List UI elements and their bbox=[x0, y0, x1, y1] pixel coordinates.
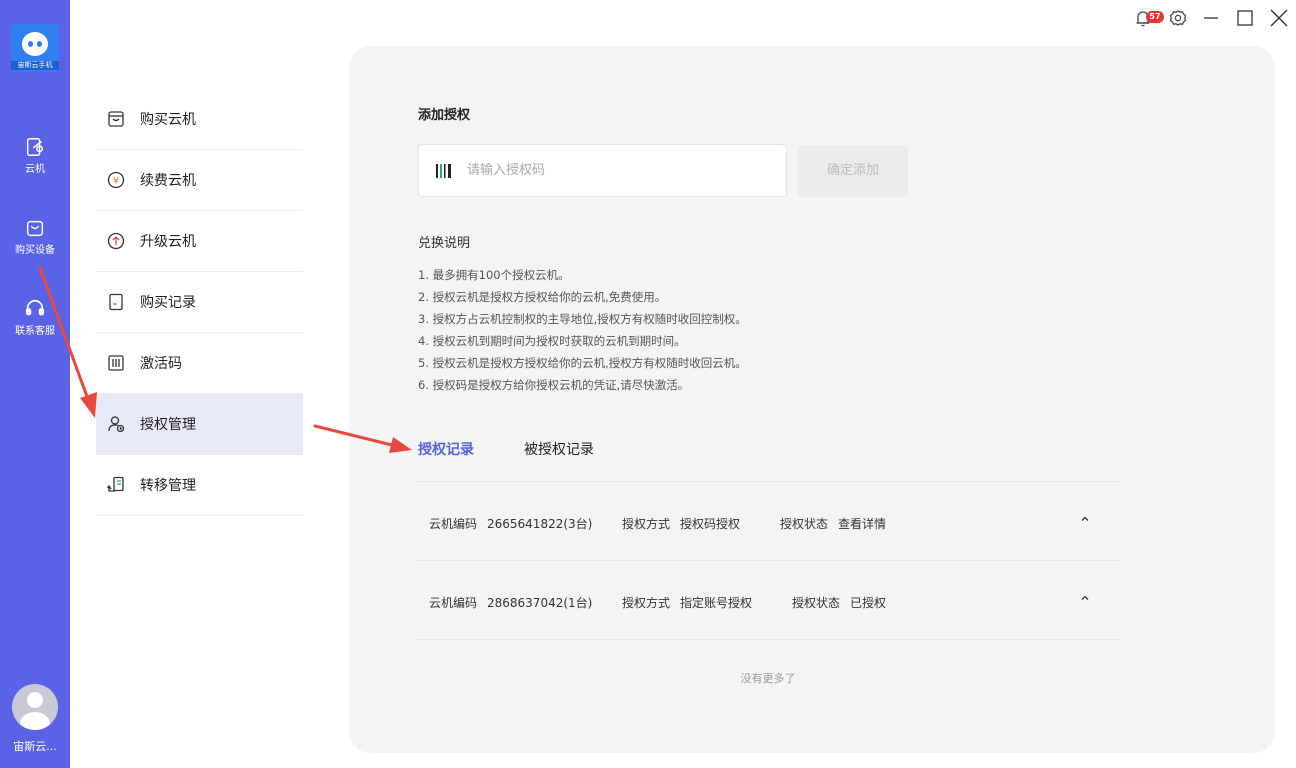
gear-icon[interactable] bbox=[1167, 8, 1189, 28]
chevron-up-icon[interactable] bbox=[1078, 512, 1092, 526]
tab-received-auth-records[interactable]: 被授权记录 bbox=[524, 439, 594, 459]
menu-item-label: 转移管理 bbox=[140, 478, 196, 494]
svg-text:¥: ¥ bbox=[113, 177, 119, 187]
chevron-up-icon[interactable] bbox=[1078, 591, 1092, 605]
rule-item: 6. 授权码是授权方给你授权云机的凭证,请尽快激活。 bbox=[418, 378, 690, 392]
notification-badge: 57 bbox=[1146, 11, 1164, 23]
rail-item-support[interactable]: 联系客服 bbox=[0, 298, 70, 337]
menu-item-transfer[interactable]: 转移管理 bbox=[96, 455, 303, 516]
app-logo[interactable]: 宙斯云手机 bbox=[11, 24, 59, 72]
robot-logo-icon bbox=[22, 32, 48, 56]
rule-item: 4. 授权云机到期时间为授权时获取的云机到期时间。 bbox=[418, 334, 686, 348]
rail-item-buy-device[interactable]: 购买设备 bbox=[0, 217, 70, 256]
record-row[interactable]: 云机编码 2868637042(1台) 授权方式 指定账号授权 授权状态 已授权 bbox=[418, 561, 1118, 639]
record-row[interactable]: 云机编码 2665641822(3台) 授权方式 授权码授权 授权状态 查看详情 bbox=[418, 482, 1118, 560]
record-status-value[interactable]: 查看详情 bbox=[838, 515, 886, 532]
menu-item-label: 授权管理 bbox=[140, 417, 196, 433]
record-code-label: 云机编码 bbox=[429, 517, 478, 531]
divider bbox=[418, 639, 1118, 640]
record-method-label: 授权方式 bbox=[622, 517, 671, 531]
record-method-value: 指定账号授权 bbox=[680, 596, 753, 610]
auth-code-field[interactable] bbox=[418, 144, 787, 197]
logo-text: 宙斯云手机 bbox=[11, 61, 59, 70]
cloud-phone-icon bbox=[26, 138, 44, 156]
menu-item-label: 购买云机 bbox=[140, 112, 196, 128]
close-icon[interactable] bbox=[1268, 8, 1290, 28]
menu-item-label: 升级云机 bbox=[140, 234, 196, 250]
shopping-bag-icon bbox=[26, 220, 44, 237]
rule-item: 2. 授权云机是授权方授权给你的云机,免费使用。 bbox=[418, 290, 667, 304]
app-rail: 宙斯云手机 云机 购买设备 联系客服 宙斯云... bbox=[0, 0, 70, 768]
menu-item-authorization[interactable]: 授权管理 bbox=[96, 394, 303, 455]
record-method-value: 授权码授权 bbox=[680, 517, 741, 531]
menu-item-upgrade-cloud-phone[interactable]: 升级云机 bbox=[96, 211, 303, 272]
rail-item-cloud-phone[interactable]: 云机 bbox=[0, 136, 70, 175]
rule-item: 3. 授权方占云机控制权的主导地位,授权方有权随时收回控制权。 bbox=[418, 312, 747, 326]
minimize-icon[interactable] bbox=[1200, 8, 1222, 28]
rules-title: 兑换说明 bbox=[418, 236, 471, 251]
rail-item-label: 云机 bbox=[25, 164, 45, 175]
record-code-value: 2665641822(3台) bbox=[487, 517, 593, 531]
tab-auth-records[interactable]: 授权记录 bbox=[418, 439, 474, 459]
user-auth-icon bbox=[108, 416, 125, 433]
rule-item: 5. 授权云机是授权方授权给你的云机,授权方有权随时收回云机。 bbox=[418, 356, 747, 370]
arrow-up-circle-icon bbox=[107, 232, 125, 250]
menu-item-label: 续费云机 bbox=[140, 173, 196, 189]
barcode-icon bbox=[108, 355, 124, 371]
menu-item-label: 购买记录 bbox=[140, 295, 196, 311]
confirm-add-button[interactable]: 确定添加 bbox=[798, 145, 908, 197]
record-method-label: 授权方式 bbox=[622, 596, 671, 610]
cart-icon bbox=[108, 111, 124, 127]
rule-item: 1. 最多拥有100个授权云机。 bbox=[418, 268, 570, 282]
menu-item-label: 激活码 bbox=[140, 356, 182, 372]
add-auth-title: 添加授权 bbox=[418, 108, 471, 123]
record-status-label: 授权状态 bbox=[780, 517, 829, 531]
record-code-label: 云机编码 bbox=[429, 596, 478, 610]
maximize-icon[interactable] bbox=[1234, 8, 1256, 28]
barcode-icon bbox=[436, 163, 451, 178]
record-status-label: 授权状态 bbox=[792, 596, 841, 610]
no-more-text: 没有更多了 bbox=[740, 672, 796, 685]
yen-coin-icon: ¥ bbox=[107, 171, 125, 189]
menu-item-purchase-records[interactable]: 购买记录 bbox=[96, 272, 303, 333]
user-name: 宙斯云... bbox=[13, 740, 57, 753]
menu-item-activation-code[interactable]: 激活码 bbox=[96, 333, 303, 394]
avatar[interactable] bbox=[12, 684, 58, 730]
headset-icon bbox=[25, 299, 45, 316]
secondary-menu: 购买云机 ¥ 续费云机 升级云机 购买记录 激活码 授权管理 转移管理 bbox=[70, 0, 329, 768]
rail-item-label: 联系客服 bbox=[15, 326, 55, 337]
record-status-value: 已授权 bbox=[850, 596, 887, 610]
record-code-value: 2868637042(1台) bbox=[487, 596, 593, 610]
auth-code-input[interactable] bbox=[465, 162, 769, 179]
rail-item-label: 购买设备 bbox=[15, 245, 55, 256]
menu-item-buy-cloud-phone[interactable]: 购买云机 bbox=[96, 89, 303, 150]
receipt-icon bbox=[109, 293, 123, 311]
transfer-icon bbox=[106, 476, 124, 492]
menu-item-renew-cloud-phone[interactable]: ¥ 续费云机 bbox=[96, 150, 303, 211]
